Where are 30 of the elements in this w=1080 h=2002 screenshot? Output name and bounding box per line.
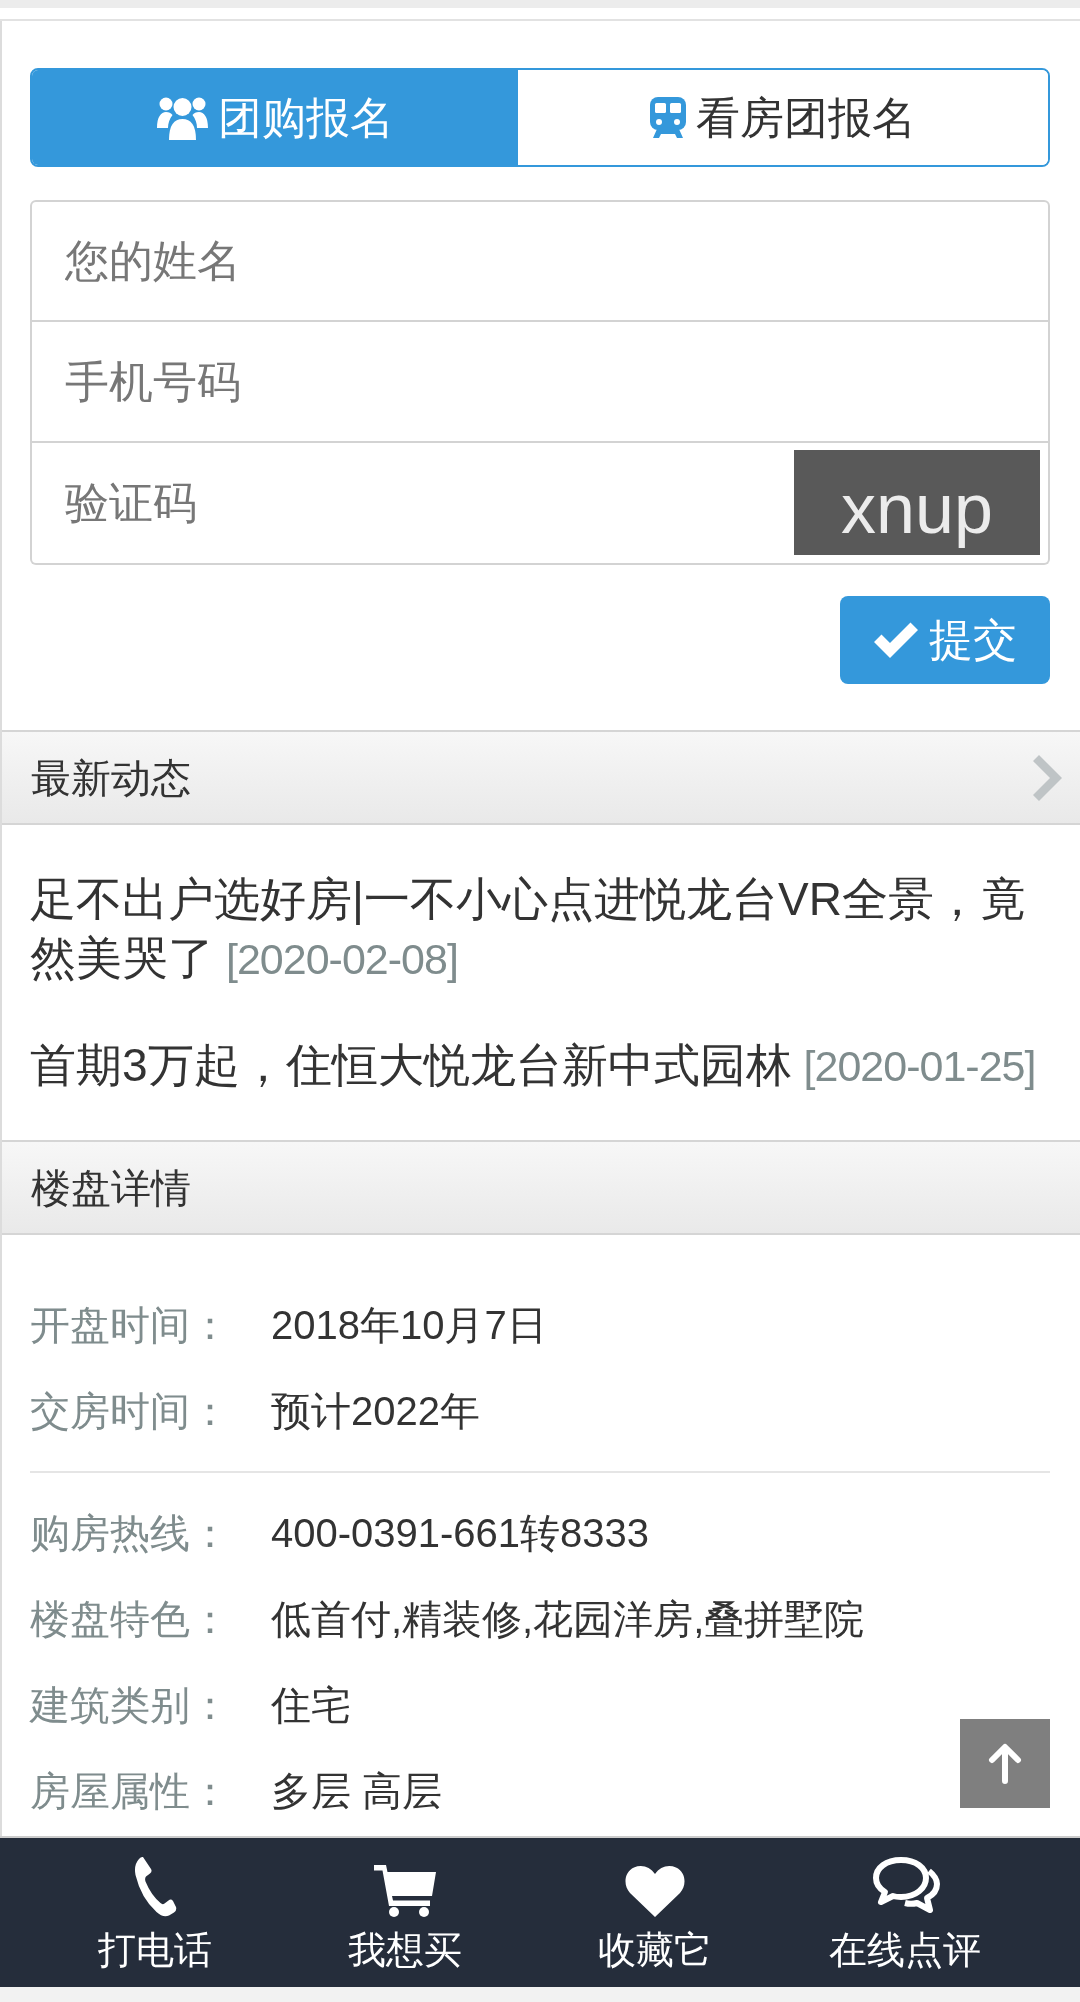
detail-value: 住宅 [271, 1682, 351, 1729]
section-title: 最新动态 [31, 754, 191, 802]
cart-icon [374, 1865, 436, 1917]
detail-value: 400-0391-661转8333 [271, 1510, 650, 1557]
phone-icon [133, 1855, 177, 1917]
heart-icon [624, 1865, 686, 1917]
detail-label: 楼盘特色： [30, 1596, 231, 1643]
bottom-nav-button[interactable]: 我想买 [280, 1838, 530, 1987]
phone-input[interactable]: 手机号码 [30, 322, 1050, 443]
name-input[interactable]: 您的姓名 [30, 200, 1050, 322]
detail-value: 多层 高层 [271, 1768, 443, 1815]
detail-value: 低首付,精装修,花园洋房,叠拼墅院 [271, 1596, 865, 1643]
check-icon [873, 620, 919, 660]
detail-label: 交房时间： [30, 1388, 231, 1435]
detail-label: 房屋属性： [30, 1768, 231, 1815]
detail-label: 建筑类别： [30, 1682, 231, 1729]
bottom-nav-button[interactable]: 打电话 [30, 1838, 280, 1987]
bottom-nav-button[interactable]: 收藏它 [530, 1838, 780, 1987]
back-to-top-button[interactable] [960, 1719, 1050, 1808]
arrow-up-icon [988, 1743, 1022, 1784]
section-title: 楼盘详情 [31, 1164, 191, 1212]
detail-label: 购房热线： [30, 1510, 231, 1557]
train-icon [650, 97, 686, 138]
captcha-image[interactable]: xnup [794, 450, 1040, 555]
detail-value: 2018年10月7日 [271, 1302, 547, 1349]
news-item[interactable]: 足不出户选好房|一不小心点进悦龙台VR全景，竟然美哭了 [2020-02-08] [30, 870, 1050, 989]
detail-value: 预计2022年 [271, 1388, 480, 1435]
bottom-nav-button[interactable]: 在线点评 [780, 1838, 1030, 1987]
news-item[interactable]: 首期3万起，住恒大悦龙台新中式园林 [2020-01-25] [30, 1036, 1050, 1096]
detail-label: 开盘时间： [30, 1302, 231, 1349]
